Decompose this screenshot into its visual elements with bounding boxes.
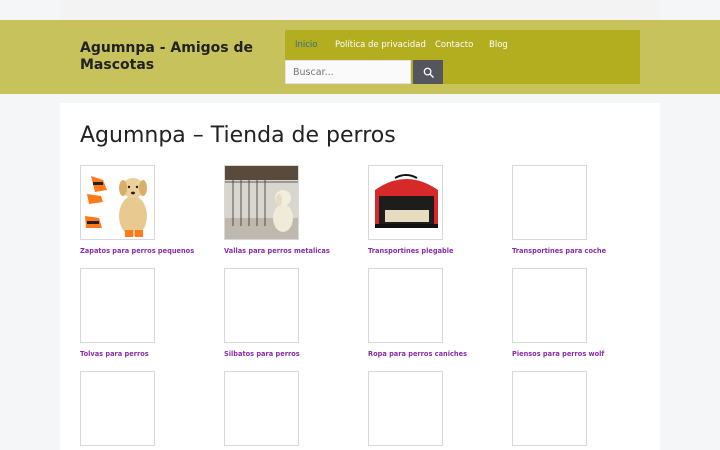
product-image[interactable] [224, 371, 299, 446]
product-card[interactable]: Transportines plegable [368, 165, 508, 255]
product-image[interactable] [512, 268, 587, 343]
product-card[interactable]: Transportines para coche [512, 165, 652, 255]
product-card[interactable]: Silbatos para perros [224, 268, 364, 358]
product-link[interactable]: Zapatos para perros pequenos [80, 247, 220, 255]
page-title: Agumnpa – Tienda de perros [80, 123, 396, 148]
product-link[interactable]: Silbatos para perros [224, 350, 364, 358]
nav-item-privacidad[interactable]: Política de privacidad [335, 40, 426, 50]
product-link[interactable]: Ropa para perros caniches [368, 350, 508, 358]
product-card[interactable] [512, 371, 652, 446]
product-card[interactable] [224, 371, 364, 446]
pet-carrier-picture [369, 166, 442, 239]
dog-fence-picture [225, 166, 298, 239]
search-icon [423, 67, 434, 78]
product-image[interactable] [80, 268, 155, 343]
nav-item-blog[interactable]: Blog [489, 40, 508, 50]
main-content: Agumnpa – Tienda de perros Zapatos para … [60, 103, 660, 450]
product-card[interactable]: Tolvas para perros [80, 268, 220, 358]
product-image-carrier[interactable] [368, 165, 443, 240]
product-image[interactable] [512, 371, 587, 446]
search-button[interactable] [413, 60, 443, 84]
nav-item-inicio[interactable]: Inicio [295, 40, 318, 50]
product-card[interactable] [80, 371, 220, 446]
product-card[interactable]: Zapatos para perros pequenos [80, 165, 220, 255]
product-card[interactable]: Vallas para perros metalicas [224, 165, 364, 255]
product-link[interactable]: Piensos para perros wolf [512, 350, 652, 358]
nav-item-contacto[interactable]: Contacto [435, 40, 473, 50]
product-image-dog-fence[interactable] [224, 165, 299, 240]
top-strip [60, 0, 660, 20]
main-navigation: Inicio Política de privacidad Contacto B… [285, 30, 640, 84]
product-card[interactable] [368, 371, 508, 446]
product-link[interactable]: Transportines para coche [512, 247, 652, 255]
product-link[interactable]: Tolvas para perros [80, 350, 220, 358]
site-header: Agumnpa - Amigos de Mascotas Inicio Polí… [0, 20, 720, 94]
product-image-dog-shoes[interactable] [80, 165, 155, 240]
dog-shoes-picture [81, 166, 154, 239]
product-image[interactable] [80, 371, 155, 446]
product-card[interactable]: Ropa para perros caniches [368, 268, 508, 358]
product-link[interactable]: Vallas para perros metalicas [224, 247, 364, 255]
product-image[interactable] [368, 371, 443, 446]
product-image[interactable] [368, 268, 443, 343]
product-image[interactable] [224, 268, 299, 343]
product-image[interactable] [512, 165, 587, 240]
site-title[interactable]: Agumnpa - Amigos de Mascotas [80, 40, 270, 74]
search-input[interactable] [285, 60, 411, 84]
product-link[interactable]: Transportines plegable [368, 247, 508, 255]
product-card[interactable]: Piensos para perros wolf [512, 268, 652, 358]
